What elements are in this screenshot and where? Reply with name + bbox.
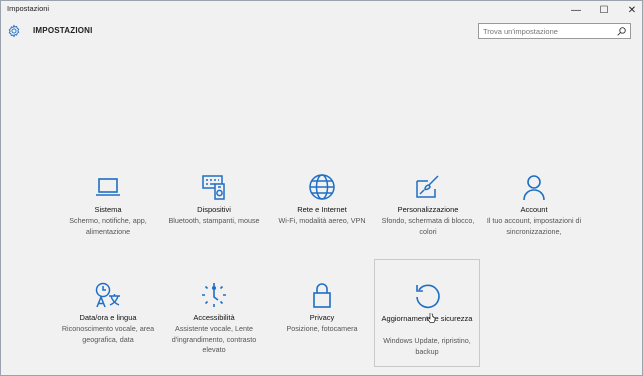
tile-account[interactable]: Account Il tuo account, impostazioni di … <box>481 173 587 281</box>
maximize-icon: ☐ <box>599 4 609 16</box>
minimize-button[interactable]: — <box>563 2 589 18</box>
tile-title: Sistema <box>94 205 122 214</box>
tile-data-lingua[interactable]: Data/ora e lingua Riconoscimento vocale,… <box>55 281 161 375</box>
search-input[interactable] <box>483 25 609 37</box>
tile-description: Assistente vocale, Lente d'ingrandimento… <box>171 324 257 354</box>
tile-description: Windows Update, ripristino, backup <box>383 336 471 356</box>
language-icon <box>95 282 120 308</box>
close-button[interactable]: ✕ <box>619 2 642 18</box>
search-box[interactable] <box>478 23 631 39</box>
update-icon <box>416 284 440 309</box>
tile-accessibilita[interactable]: Accessibilità Assistente vocale, Lente d… <box>161 281 267 375</box>
paint-icon <box>416 175 439 198</box>
globe-icon <box>309 174 335 200</box>
close-icon: ✕ <box>627 4 637 16</box>
mouse-cursor-icon <box>427 313 435 323</box>
maximize-button[interactable]: ☐ <box>591 2 617 18</box>
tile-title: Accessibilità <box>193 313 235 322</box>
gear-icon <box>8 24 20 38</box>
settings-header: IMPOSTAZIONI <box>1 19 642 45</box>
minimize-icon: — <box>571 4 581 16</box>
lock-icon <box>313 283 331 308</box>
tile-title: Rete e Internet <box>297 205 347 214</box>
tile-rete-internet[interactable]: Rete e Internet Wi-Fi, modalità aereo, V… <box>269 173 375 281</box>
window-title: Impostazioni <box>7 4 50 13</box>
settings-window: Impostazioni — ☐ ✕ IMPOSTAZIONI Trova un… <box>0 0 643 376</box>
tile-title: Dispositivi <box>197 205 231 214</box>
tile-privacy[interactable]: Privacy Posizione, fotocamera <box>269 281 375 375</box>
tile-dispositivi[interactable]: Dispositivi Bluetooth, stampanti, mouse <box>161 173 267 281</box>
tile-description: Il tuo account, impostazioni di sincroni… <box>486 216 582 236</box>
title-bar: Impostazioni — ☐ ✕ <box>1 1 642 19</box>
devices-icon <box>202 175 225 200</box>
tile-title: Personalizzazione <box>397 205 459 214</box>
tile-description: Riconoscimento vocale, area geografica, … <box>61 324 155 344</box>
tile-description: Wi-Fi, modalità aereo, VPN <box>278 216 366 225</box>
laptop-icon <box>96 178 120 196</box>
tile-description: Schermo, notifiche, app, alimentazione <box>69 216 147 236</box>
tile-description: Bluetooth, stampanti, mouse <box>168 216 260 225</box>
accessibility-icon <box>202 283 226 307</box>
tile-sistema[interactable]: Sistema Schermo, notifiche, app, aliment… <box>55 173 161 281</box>
tile-title: Privacy <box>309 313 335 322</box>
tile-title: Data/ora e lingua <box>79 313 137 322</box>
search-icon[interactable] <box>616 26 627 37</box>
tile-description: Sfondo, schermata di blocco, colori <box>381 216 475 236</box>
page-title: IMPOSTAZIONI <box>33 26 93 35</box>
tile-title: Account <box>520 205 548 214</box>
person-icon <box>523 175 545 201</box>
tile-description: Posizione, fotocamera <box>286 324 358 333</box>
